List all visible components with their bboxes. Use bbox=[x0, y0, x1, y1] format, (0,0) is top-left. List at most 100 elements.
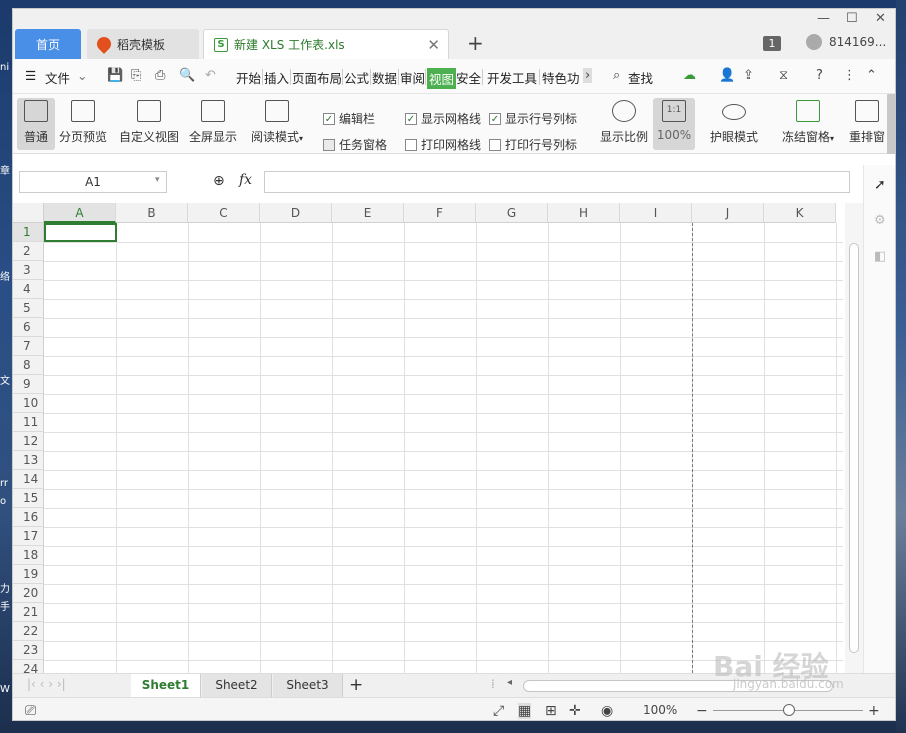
fullscreen-button[interactable]: 全屏显示 bbox=[187, 98, 239, 150]
tab-template[interactable]: 稻壳模板 bbox=[87, 29, 199, 59]
checkbox-label: 编辑栏 bbox=[339, 112, 376, 126]
zoom-formula-icon[interactable]: ⊕ bbox=[213, 173, 225, 189]
collaborate-icon[interactable]: 👤 bbox=[719, 68, 735, 83]
share-icon[interactable]: ⇪ bbox=[743, 68, 754, 83]
format-painter-icon[interactable]: ⎘ bbox=[131, 68, 141, 83]
reading-mode-status-icon[interactable]: ✛ bbox=[569, 703, 581, 719]
help-icon[interactable]: ? bbox=[816, 68, 823, 83]
close-tab-icon[interactable]: ✕ bbox=[427, 36, 440, 54]
normal-view-button[interactable]: 普通 bbox=[17, 98, 55, 150]
normal-view-status-icon[interactable]: ▦ bbox=[518, 703, 532, 719]
spreadsheet-grid[interactable]: ABCDEFGHIJK 1 2 3 4 5 6 7 8 9 10 11 12 13 14 15 16 17 18 1… bbox=[13, 203, 843, 673]
zoom-slider-knob[interactable] bbox=[783, 704, 795, 716]
save-icon[interactable]: 💾 bbox=[107, 68, 123, 83]
menu-tab-insert[interactable]: 插入 bbox=[264, 68, 289, 87]
tab-home[interactable]: 首页 bbox=[15, 29, 81, 59]
cloud-sync-icon[interactable]: ☁ bbox=[683, 68, 696, 83]
ribbon-view: 普通 分页预览 自定义视图 全屏显示 阅读模式▾ ✓ 编辑栏 任务窗格 ✓ 显示网格… bbox=[13, 94, 895, 154]
freeze-panes-button[interactable]: 冻结窗格▾ bbox=[777, 98, 839, 150]
eye-status-icon[interactable]: ◉ bbox=[601, 703, 613, 719]
page-break-status-icon[interactable]: ⊞ bbox=[545, 703, 557, 719]
vertical-scroll-thumb[interactable] bbox=[849, 243, 859, 653]
zoom-level[interactable]: 100% bbox=[643, 703, 677, 717]
sheet-tab-sheet3[interactable]: Sheet3 bbox=[273, 674, 343, 697]
custom-view-button[interactable]: 自定义视图 bbox=[117, 98, 181, 150]
menu-tab-start[interactable]: 开始 bbox=[236, 68, 261, 87]
menu-tab-special[interactable]: 特色功 bbox=[542, 68, 580, 87]
checkbox-label: 显示行号列标 bbox=[505, 112, 578, 126]
undo-icon[interactable]: ↶ bbox=[205, 68, 216, 83]
right-side-panel: ➚ ⚙ ◧ ▦ bbox=[863, 165, 895, 687]
tab-file[interactable]: S 新建 XLS 工作表.xls ✕ bbox=[203, 29, 449, 59]
add-sheet-icon[interactable]: + bbox=[349, 675, 363, 695]
window-count-badge[interactable]: 1 bbox=[763, 36, 781, 51]
checkbox-box: ✓ bbox=[323, 112, 335, 125]
menu-tab-security[interactable]: 安全 bbox=[456, 68, 481, 87]
search-icon[interactable]: ⌕ bbox=[613, 68, 620, 83]
name-box[interactable]: A1 bbox=[19, 171, 167, 193]
fullscreen-status-icon[interactable]: ⤢ bbox=[493, 703, 504, 719]
zoom-ratio-button[interactable]: 显示比例 bbox=[597, 98, 651, 150]
vertical-scrollbar[interactable] bbox=[845, 203, 863, 673]
menu-tab-developer[interactable]: 开发工具 bbox=[487, 68, 537, 87]
menu-separator bbox=[290, 69, 291, 85]
desktop-fragment: rr bbox=[0, 478, 9, 489]
more-icon[interactable]: ⋮ bbox=[843, 68, 856, 83]
minimize-icon[interactable]: — bbox=[817, 11, 830, 26]
menu-tab-view[interactable]: 视图 bbox=[427, 68, 457, 89]
formula-input[interactable] bbox=[264, 171, 850, 193]
fullscreen-label: 全屏显示 bbox=[188, 130, 237, 144]
dropdown-caret-icon: ▾ bbox=[830, 134, 835, 143]
zoom-ratio-label: 显示比例 bbox=[599, 130, 648, 144]
checkbox-show-gridlines[interactable]: ✓ 显示网格线 bbox=[405, 110, 481, 127]
user-id[interactable]: 814169... bbox=[829, 35, 886, 49]
menu-scroll-right-icon[interactable]: › bbox=[583, 68, 593, 83]
checkbox-task-pane[interactable]: 任务窗格 bbox=[323, 136, 387, 153]
search-button[interactable]: 查找 bbox=[628, 68, 653, 87]
split-handle-icon[interactable]: ⁞ bbox=[491, 677, 495, 691]
fx-icon[interactable]: fx bbox=[239, 172, 252, 188]
cursor-icon[interactable]: ➚ bbox=[874, 177, 886, 193]
chevron-down-icon[interactable]: ⌄ bbox=[77, 68, 87, 83]
zoom-in-icon[interactable]: + bbox=[868, 703, 880, 719]
checkbox-print-headings[interactable]: 打印行号列标 bbox=[489, 136, 577, 153]
settings-sliders-icon[interactable]: ⚙ bbox=[874, 213, 886, 228]
macro-record-icon[interactable]: ⎚ bbox=[25, 703, 36, 719]
tab-template-label: 稻壳模板 bbox=[117, 37, 166, 52]
reading-mode-button[interactable]: 阅读模式▾ bbox=[247, 98, 307, 150]
history-icon[interactable]: ⧖ bbox=[779, 68, 788, 83]
rearrange-button[interactable]: 重排窗 bbox=[847, 98, 887, 150]
print-icon[interactable]: ⎙ bbox=[155, 68, 165, 83]
menu-tab-review[interactable]: 审阅 bbox=[400, 68, 425, 87]
checkbox-print-gridlines[interactable]: 打印网格线 bbox=[405, 136, 481, 153]
page-break-preview-button[interactable]: 分页预览 bbox=[57, 98, 109, 150]
name-box-dropdown-icon[interactable]: ▾ bbox=[155, 175, 160, 185]
hamburger-icon[interactable]: ☰ bbox=[25, 68, 36, 83]
ribbon-scroll-right[interactable] bbox=[887, 94, 895, 154]
maximize-icon[interactable]: ☐ bbox=[846, 11, 858, 26]
checkbox-show-headings[interactable]: ✓ 显示行号列标 bbox=[489, 110, 577, 127]
eye-protection-button[interactable]: 护眼模式 bbox=[707, 98, 761, 150]
selected-cell[interactable] bbox=[44, 223, 117, 242]
sheet-nav-icons[interactable]: |‹ ‹ › ›| bbox=[27, 677, 66, 691]
new-tab-icon[interactable]: + bbox=[467, 31, 484, 55]
print-preview-icon[interactable]: 🔍 bbox=[179, 68, 195, 83]
menu-tab-data[interactable]: 数据 bbox=[372, 68, 397, 87]
sheet-tab-sheet1[interactable]: Sheet1 bbox=[131, 674, 201, 697]
panel-icon[interactable]: ◧ bbox=[874, 249, 886, 264]
file-menu[interactable]: 文件 bbox=[45, 68, 70, 87]
page-break-line bbox=[692, 223, 693, 673]
zoom-out-icon[interactable]: − bbox=[696, 703, 708, 719]
collapse-ribbon-icon[interactable]: ⌃ bbox=[866, 68, 877, 83]
menu-tab-page-layout[interactable]: 页面布局 bbox=[292, 68, 342, 87]
zoom-100-button[interactable]: 1:1 100% bbox=[653, 98, 695, 150]
close-window-icon[interactable]: ✕ bbox=[875, 11, 886, 26]
checkbox-label: 显示网格线 bbox=[421, 112, 482, 126]
checkbox-formula-bar[interactable]: ✓ 编辑栏 bbox=[323, 110, 375, 127]
scroll-left-icon[interactable]: ◂ bbox=[507, 677, 512, 688]
avatar[interactable] bbox=[806, 34, 822, 50]
sheet-tab-sheet2[interactable]: Sheet2 bbox=[202, 674, 272, 697]
fullscreen-icon bbox=[201, 100, 225, 122]
menu-tab-formula[interactable]: 公式 bbox=[344, 68, 369, 87]
rearrange-label: 重排窗 bbox=[848, 130, 885, 144]
